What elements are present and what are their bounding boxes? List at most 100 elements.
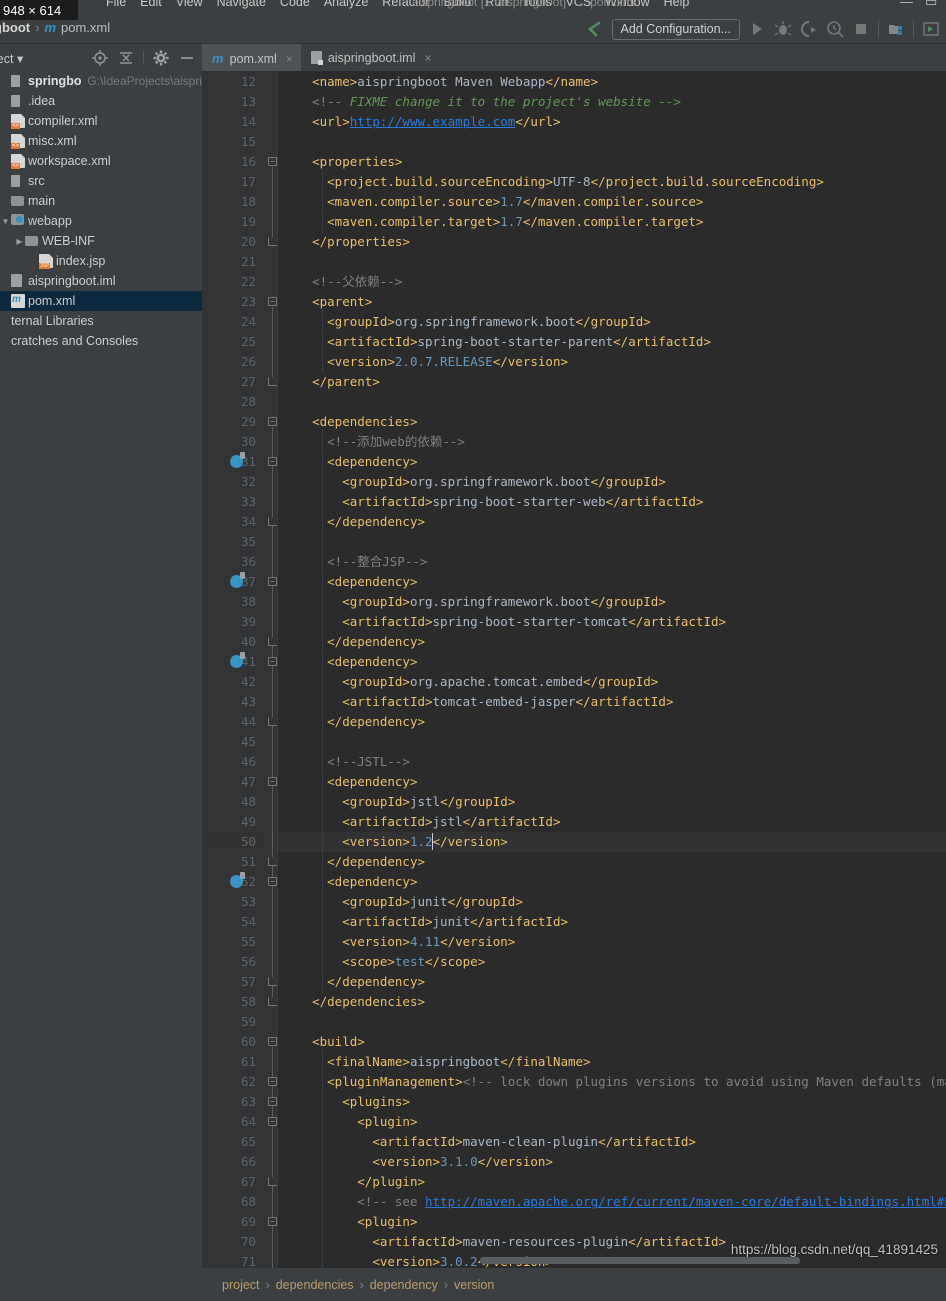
- fold-end-icon[interactable]: ⌐: [268, 997, 277, 1006]
- fold-end-icon[interactable]: ⌐: [268, 977, 277, 986]
- code-line[interactable]: <artifactId>spring-boot-starter-web</art…: [282, 492, 703, 512]
- code-line[interactable]: <scope>test</scope>: [282, 952, 485, 972]
- code-line[interactable]: <groupId>org.springframework.boot</group…: [282, 472, 666, 492]
- code-line[interactable]: <groupId>org.apache.tomcat.embed</groupI…: [282, 672, 658, 692]
- tree-item--idea[interactable]: .idea: [0, 91, 202, 111]
- code-line[interactable]: <pluginManagement><!-- lock down plugins…: [282, 1072, 946, 1092]
- maven-dependency-gutter-icon[interactable]: [230, 652, 245, 668]
- tree-item-cratches-and-consoles[interactable]: cratches and Consoles: [0, 331, 202, 351]
- back-arrow-icon[interactable]: [586, 20, 604, 38]
- project-structure-icon[interactable]: [887, 20, 905, 38]
- fold-collapse-icon[interactable]: −: [268, 1097, 277, 1106]
- code-line[interactable]: </dependency>: [282, 712, 425, 732]
- code-line[interactable]: <artifactId>maven-clean-plugin</artifact…: [282, 1132, 696, 1152]
- code-line[interactable]: <maven.compiler.target>1.7</maven.compil…: [282, 212, 703, 232]
- fold-collapse-icon[interactable]: −: [268, 157, 277, 166]
- code-line[interactable]: <dependency>: [282, 772, 417, 792]
- fold-collapse-icon[interactable]: −: [268, 417, 277, 426]
- fold-end-icon[interactable]: ⌐: [268, 1177, 277, 1186]
- bottom-breadcrumb-item-project[interactable]: project: [222, 1278, 260, 1292]
- code-line[interactable]: <maven.compiler.source>1.7</maven.compil…: [282, 192, 703, 212]
- tree-item-src[interactable]: src: [0, 171, 202, 191]
- menu-item-help[interactable]: Help: [664, 0, 690, 9]
- maximize-button[interactable]: ▭: [925, 0, 937, 10]
- code-line[interactable]: <name>aispringboot Maven Webapp</name>: [282, 72, 598, 92]
- code-line[interactable]: </dependency>: [282, 852, 425, 872]
- code-line[interactable]: <artifactId>maven-resources-plugin</arti…: [282, 1232, 726, 1252]
- tree-item-aispringboot-iml[interactable]: aispringboot.iml: [0, 271, 202, 291]
- code-line[interactable]: <version>1.2</version>: [282, 832, 508, 852]
- code-line[interactable]: </dependency>: [282, 512, 425, 532]
- code-line[interactable]: <groupId>org.springframework.boot</group…: [282, 312, 651, 332]
- maven-dependency-gutter-icon[interactable]: [230, 572, 245, 588]
- code-line[interactable]: <version>4.11</version>: [282, 932, 515, 952]
- close-icon[interactable]: ×: [424, 51, 431, 65]
- code-line[interactable]: <groupId>org.springframework.boot</group…: [282, 592, 666, 612]
- menu-item-file[interactable]: File: [106, 0, 126, 9]
- debug-icon[interactable]: [774, 20, 792, 38]
- fold-collapse-icon[interactable]: −: [268, 577, 277, 586]
- stop-icon[interactable]: [852, 20, 870, 38]
- menu-item-navigate[interactable]: Navigate: [217, 0, 266, 9]
- code-line[interactable]: <artifactId>spring-boot-starter-parent</…: [282, 332, 711, 352]
- tree-expand-arrow[interactable]: ▶: [14, 237, 25, 246]
- tree-item-web-inf[interactable]: ▶ WEB-INF: [0, 231, 202, 251]
- fold-collapse-icon[interactable]: −: [268, 1217, 277, 1226]
- fold-collapse-icon[interactable]: −: [268, 657, 277, 666]
- menu-item-edit[interactable]: Edit: [140, 0, 162, 9]
- code-line[interactable]: <!-- see http://maven.apache.org/ref/cur…: [282, 1192, 946, 1212]
- fold-collapse-icon[interactable]: −: [268, 457, 277, 466]
- fold-end-icon[interactable]: ⌐: [268, 637, 277, 646]
- menu-item-analyze[interactable]: Analyze: [324, 0, 368, 9]
- maven-dependency-gutter-icon[interactable]: [230, 452, 245, 468]
- fold-collapse-icon[interactable]: −: [268, 1077, 277, 1086]
- tree-item-ternal-libraries[interactable]: ternal Libraries: [0, 311, 202, 331]
- settings-gear-icon[interactable]: [152, 49, 170, 67]
- code-line[interactable]: <!--父依赖-->: [282, 272, 402, 292]
- menu-item-view[interactable]: View: [176, 0, 203, 9]
- locate-icon[interactable]: [91, 49, 109, 67]
- code-line[interactable]: <plugins>: [282, 1092, 410, 1112]
- code-line[interactable]: <groupId>junit</groupId>: [282, 892, 523, 912]
- tab-aispringboot-iml[interactable]: aispringboot.iml ×: [301, 44, 440, 71]
- code-line[interactable]: <plugin>: [282, 1112, 417, 1132]
- fold-end-icon[interactable]: ⌐: [268, 377, 277, 386]
- code-line[interactable]: <dependencies>: [282, 412, 417, 432]
- fold-collapse-icon[interactable]: −: [268, 1117, 277, 1126]
- breadcrumb-project[interactable]: gboot: [0, 20, 30, 35]
- run-anything-icon[interactable]: [922, 20, 940, 38]
- fold-collapse-icon[interactable]: −: [268, 877, 277, 886]
- horizontal-scrollbar[interactable]: [480, 1257, 924, 1264]
- tree-item-pom-xml[interactable]: pom.xml: [0, 291, 202, 311]
- profile-icon[interactable]: [826, 20, 844, 38]
- code-line[interactable]: <artifactId>tomcat-embed-jasper</artifac…: [282, 692, 673, 712]
- editor-tabs[interactable]: m pom.xml × aispringboot.iml ×: [202, 44, 946, 71]
- bottom-breadcrumb-item-dependencies[interactable]: dependencies: [276, 1278, 354, 1292]
- code-line[interactable]: <dependency>: [282, 872, 417, 892]
- tree-item-misc-xml[interactable]: misc.xml: [0, 131, 202, 151]
- code-line[interactable]: </dependencies>: [282, 992, 425, 1012]
- code-area[interactable]: <name>aispringboot Maven Webapp</name> <…: [278, 71, 946, 1268]
- code-line[interactable]: <plugin>: [282, 1212, 417, 1232]
- code-line[interactable]: <artifactId>jstl</artifactId>: [282, 812, 560, 832]
- tree-item-springboot[interactable]: springboot G:\IdeaProjects\aispri: [0, 71, 202, 91]
- close-icon[interactable]: ×: [286, 52, 293, 66]
- project-tree[interactable]: springboot G:\IdeaProjects\aispri .idea com…: [0, 71, 202, 1301]
- tree-item-index-jsp[interactable]: index.jsp: [0, 251, 202, 271]
- code-line[interactable]: </plugin>: [282, 1172, 425, 1192]
- fold-end-icon[interactable]: ⌐: [268, 717, 277, 726]
- chevron-down-icon[interactable]: ▾: [17, 52, 23, 66]
- bottom-breadcrumb-item-version[interactable]: version: [454, 1278, 494, 1292]
- code-editor[interactable]: 12 13 14 15 16 17 18 19 20 21 22 23 24 25 26 27 28 29 30 31…: [202, 71, 946, 1268]
- run-with-coverage-icon[interactable]: [800, 20, 818, 38]
- code-line[interactable]: <dependency>: [282, 652, 417, 672]
- fold-end-icon[interactable]: ⌐: [268, 237, 277, 246]
- code-line[interactable]: <url>http://www.example.com</url>: [282, 112, 560, 132]
- fold-end-icon[interactable]: ⌐: [268, 857, 277, 866]
- code-line[interactable]: <dependency>: [282, 572, 417, 592]
- add-configuration-button[interactable]: Add Configuration...: [611, 18, 740, 40]
- code-line[interactable]: </dependency>: [282, 632, 425, 652]
- hide-icon[interactable]: [178, 49, 196, 67]
- tree-item-workspace-xml[interactable]: workspace.xml: [0, 151, 202, 171]
- code-line[interactable]: </parent>: [282, 372, 380, 392]
